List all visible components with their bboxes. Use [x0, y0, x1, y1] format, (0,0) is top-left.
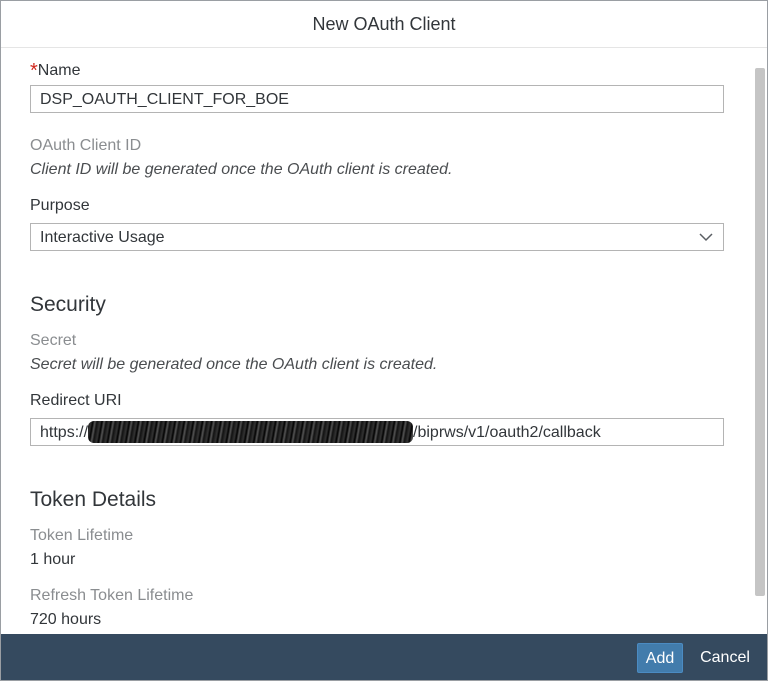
cancel-button[interactable]: Cancel: [695, 643, 755, 673]
refresh-token-lifetime-label: Refresh Token Lifetime: [30, 587, 194, 604]
add-button[interactable]: Add: [637, 643, 683, 673]
dialog-footer: Add Cancel: [1, 634, 767, 680]
name-input[interactable]: DSP_OAUTH_CLIENT_FOR_BOE: [30, 85, 724, 113]
required-marker: *: [30, 60, 38, 82]
client-id-label: OAuth Client ID: [30, 137, 142, 154]
purpose-label: Purpose: [30, 197, 90, 214]
scrollbar-thumb[interactable]: [755, 68, 765, 596]
redirect-uri-label: Redirect URI: [30, 392, 122, 409]
redirect-uri-prefix: https://: [40, 424, 89, 441]
purpose-value: Interactive Usage: [40, 229, 165, 246]
name-label: *Name: [30, 58, 81, 82]
chevron-down-icon[interactable]: [699, 233, 713, 242]
secret-label: Secret: [30, 332, 77, 349]
redacted-host: [88, 420, 414, 443]
redirect-uri-input[interactable]: https:// /biprws/v1/oauth2/callback: [30, 418, 724, 446]
name-label-text: Name: [37, 62, 81, 79]
token-details-heading: Token Details: [30, 488, 157, 511]
vertical-scrollbar[interactable]: [753, 48, 767, 634]
token-lifetime-value: 1 hour: [30, 551, 76, 568]
client-id-note: Client ID will be generated once the OAu…: [30, 161, 453, 178]
token-lifetime-label: Token Lifetime: [30, 527, 134, 544]
purpose-select[interactable]: Interactive Usage: [30, 223, 724, 251]
dialog-content: *Name DSP_OAUTH_CLIENT_FOR_BOE OAuth Cli…: [1, 48, 753, 634]
secret-note: Secret will be generated once the OAuth …: [30, 356, 438, 373]
oauth-dialog: New OAuth Client *Name DSP_OAUTH_CLIENT_…: [0, 0, 768, 681]
redirect-uri-suffix: /biprws/v1/oauth2/callback: [413, 424, 601, 441]
refresh-token-lifetime-value: 720 hours: [30, 611, 102, 628]
security-heading: Security: [30, 293, 106, 316]
dialog-title: New OAuth Client: [1, 1, 767, 48]
